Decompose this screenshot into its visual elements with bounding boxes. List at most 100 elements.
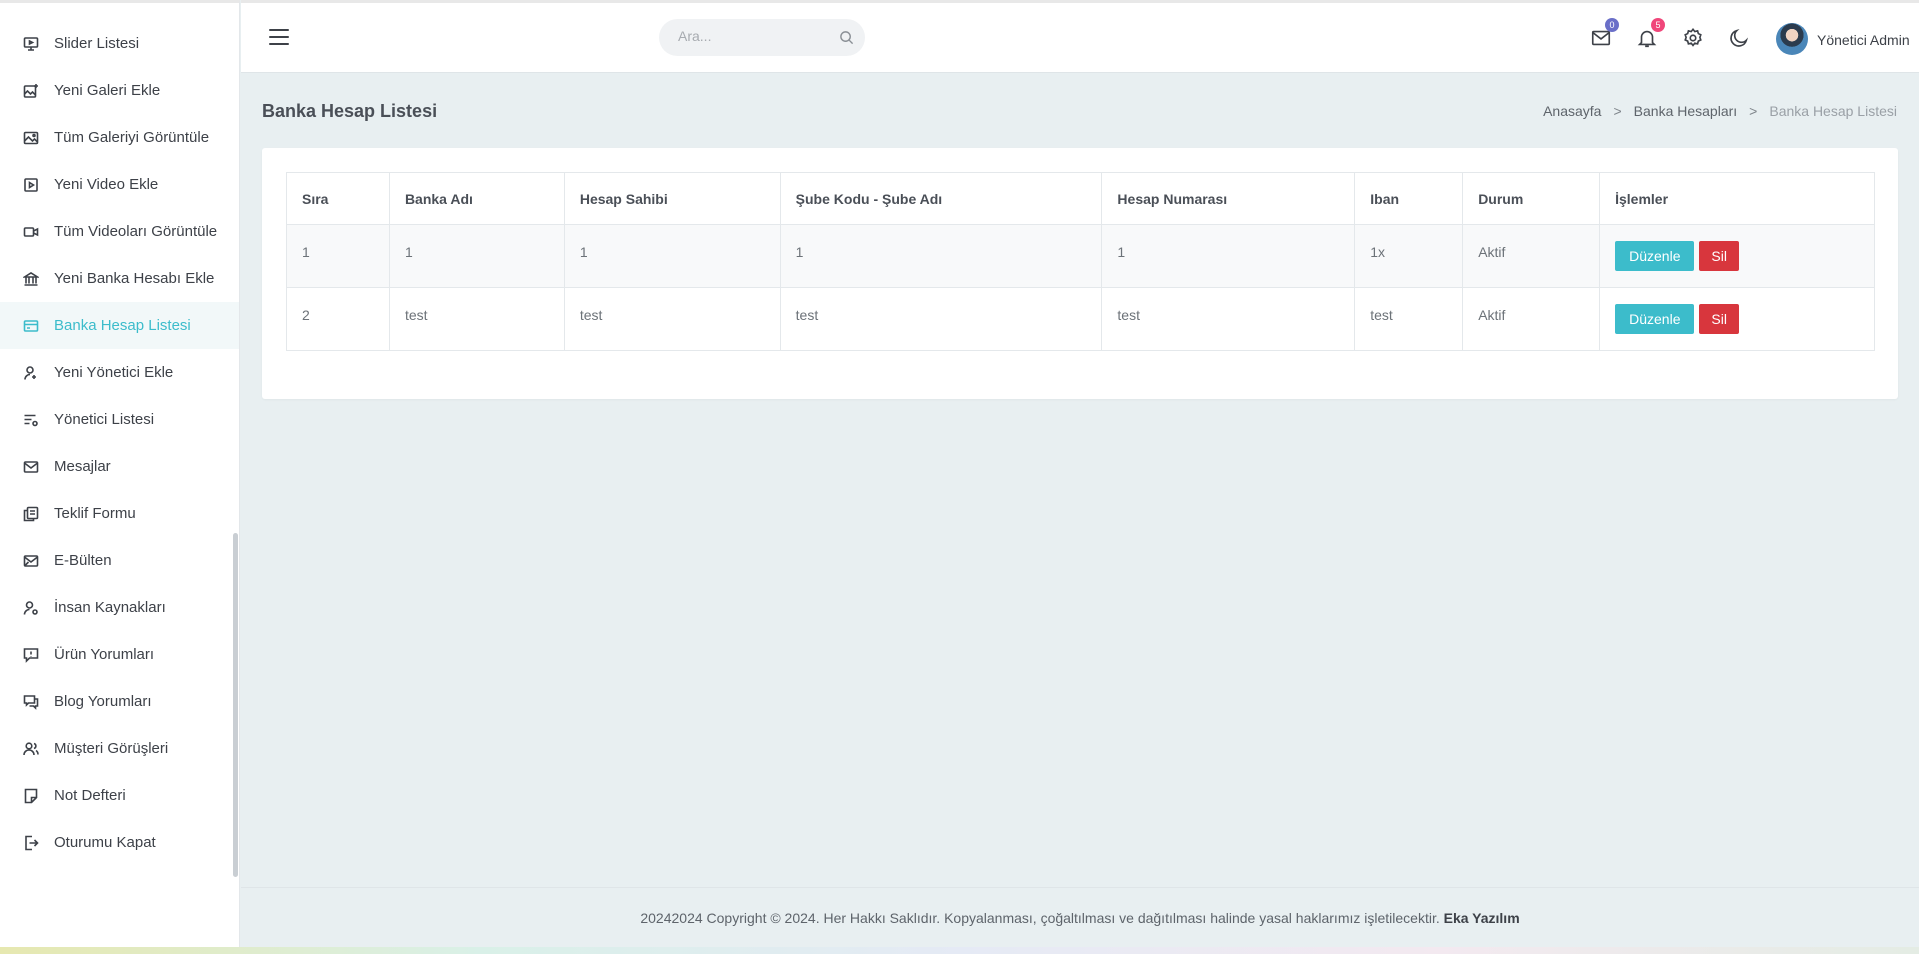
page-title: Banka Hesap Listesi (262, 101, 438, 121)
mail-icon (22, 458, 40, 476)
sidebar-item-label: Mesajlar (54, 458, 111, 475)
actions-cell: Düzenle Sil (1599, 224, 1875, 288)
card-icon (22, 317, 40, 335)
sidebar-item-oturumu-kapat[interactable]: Oturumu Kapat (0, 819, 239, 866)
users-icon (22, 740, 40, 758)
table-cell: Aktif (1462, 287, 1601, 351)
search-input[interactable] (678, 28, 828, 44)
monitor-icon (22, 35, 40, 53)
delete-button[interactable]: Sil (1699, 241, 1739, 271)
delete-button[interactable]: Sil (1699, 304, 1739, 334)
menu-toggle-icon[interactable] (269, 29, 289, 47)
table-cell: 1 (779, 224, 1103, 288)
sidebar-item-label: Oturumu Kapat (54, 834, 156, 851)
sidebar-item-slider-listesi[interactable]: Slider Listesi (0, 20, 239, 67)
table-row: 2 test test test test test Aktif Düzenle… (286, 287, 1875, 351)
sidebar-item-yeni-banka-hesabi-ekle[interactable]: Yeni Banka Hesabı Ekle (0, 255, 239, 302)
video-play-icon (22, 176, 40, 194)
video-camera-icon (22, 223, 40, 241)
sidebar-item-label: E-Bülten (54, 552, 112, 569)
sidebar-item-label: Yeni Yönetici Ekle (54, 364, 174, 381)
mail-button[interactable]: 0 (1590, 18, 1619, 51)
breadcrumb-separator-icon: > (1613, 103, 1622, 119)
copyright-text: 20242024 Copyright © 2024. Her Hakkı Sak… (640, 910, 1440, 926)
bank-icon (22, 270, 40, 288)
mail-send-icon (22, 552, 40, 570)
breadcrumb: Anasayfa > Banka Hesapları > Banka Hesap… (1543, 103, 1897, 119)
sidebar-item-musteri-gorusleri[interactable]: Müşteri Görüşleri (0, 725, 239, 772)
edit-button[interactable]: Düzenle (1615, 304, 1695, 334)
search-box (659, 19, 865, 56)
breadcrumb-home-link[interactable]: Anasayfa (1543, 103, 1601, 119)
sidebar-item-label: Blog Yorumları (54, 693, 152, 710)
footer-brand-link[interactable]: Eka Yazılım (1444, 910, 1520, 926)
column-header: İşlemler (1599, 172, 1875, 225)
column-header: Şube Kodu - Şube Adı (779, 172, 1103, 225)
logout-icon (22, 834, 40, 852)
table-header-row: Sıra Banka Adı Hesap Sahibi Şube Kodu - … (286, 172, 1875, 225)
sidebar-item-label: Yönetici Listesi (54, 411, 155, 428)
sidebar-item-yeni-yonetici-ekle[interactable]: Yeni Yönetici Ekle (0, 349, 239, 396)
table-cell: 1x (1354, 224, 1464, 288)
sidebar-item-blog-yorumlari[interactable]: Blog Yorumları (0, 678, 239, 725)
comments-icon (22, 693, 40, 711)
sidebar-item-teklif-formu[interactable]: Teklif Formu (0, 490, 239, 537)
sidebar-item-yeni-video-ekle[interactable]: Yeni Video Ekle (0, 161, 239, 208)
edit-button[interactable]: Düzenle (1615, 241, 1695, 271)
bank-accounts-table: Sıra Banka Adı Hesap Sahibi Şube Kodu - … (286, 172, 1875, 351)
image-icon (22, 129, 40, 147)
sidebar-scrollbar[interactable] (233, 533, 238, 877)
bottom-decoration (0, 947, 1919, 954)
sidebar-item-label: Yeni Video Ekle (54, 176, 159, 193)
sidebar-item-mesajlar[interactable]: Mesajlar (0, 443, 239, 490)
sidebar-item-label: Tüm Galeriyi Görüntüle (54, 129, 210, 146)
sidebar-item-label: Yeni Banka Hesabı Ekle (54, 270, 215, 287)
column-header: Durum (1462, 172, 1601, 225)
dark-mode-toggle[interactable] (1728, 27, 1752, 51)
avatar[interactable] (1776, 23, 1808, 55)
breadcrumb-bank-accounts-link[interactable]: Banka Hesapları (1634, 103, 1738, 119)
sidebar-item-yonetici-listesi[interactable]: Yönetici Listesi (0, 396, 239, 443)
sidebar-item-banka-hesap-listesi[interactable]: Banka Hesap Listesi (0, 302, 239, 349)
table-cell: test (563, 287, 781, 351)
sidebar-item-yeni-galeri-ekle[interactable]: Yeni Galeri Ekle (0, 67, 239, 114)
sidebar-item-label: Tüm Videoları Görüntüle (54, 223, 218, 240)
table-cell: test (779, 287, 1103, 351)
table-cell: test (1354, 287, 1464, 351)
breadcrumb-separator-icon: > (1749, 103, 1758, 119)
table-cell: 1 (388, 224, 565, 288)
table-cell: test (388, 287, 565, 351)
settings-button[interactable] (1682, 27, 1706, 51)
copy-icon (22, 505, 40, 523)
table-cell: Aktif (1462, 224, 1601, 288)
notification-count-badge: 5 (1651, 18, 1665, 32)
table-cell: 2 (286, 287, 390, 351)
moon-icon (1730, 28, 1749, 47)
sidebar-item-label: Not Defteri (54, 787, 126, 804)
table-cell: 1 (286, 224, 390, 288)
column-header: Hesap Numarası (1101, 172, 1356, 225)
table-cell: 1 (1101, 224, 1356, 288)
user-add-icon (22, 364, 40, 382)
column-header: Banka Adı (388, 172, 565, 225)
sidebar-item-label: Ürün Yorumları (54, 646, 155, 663)
bank-accounts-card: Sıra Banka Adı Hesap Sahibi Şube Kodu - … (262, 148, 1898, 399)
sidebar-item-not-defteri[interactable]: Not Defteri (0, 772, 239, 819)
sidebar-item-tum-videolari-goruntule[interactable]: Tüm Videoları Görüntüle (0, 208, 239, 255)
mail-count-badge: 0 (1605, 18, 1619, 32)
sidebar-item-tum-galeriyi-goruntule[interactable]: Tüm Galeriyi Görüntüle (0, 114, 239, 161)
sidebar-item-insan-kaynaklari[interactable]: İnsan Kaynakları (0, 584, 239, 631)
sidebar-item-label: Slider Listesi (54, 35, 140, 52)
sidebar-item-e-bulten[interactable]: E-Bülten (0, 537, 239, 584)
actions-cell: Düzenle Sil (1599, 287, 1875, 351)
list-settings-icon (22, 411, 40, 429)
footer: 20242024 Copyright © 2024. Her Hakkı Sak… (241, 887, 1919, 947)
search-icon[interactable] (839, 30, 854, 45)
sidebar-item-urun-yorumlari[interactable]: Ürün Yorumları (0, 631, 239, 678)
column-header: Sıra (286, 172, 390, 225)
sidebar-item-label: Yeni Galeri Ekle (54, 82, 161, 99)
column-header: Iban (1354, 172, 1464, 225)
top-header: 0 5 Yönetici Admin (241, 0, 1919, 73)
notification-button[interactable]: 5 (1636, 18, 1665, 51)
user-name[interactable]: Yönetici Admin (1817, 32, 1910, 48)
